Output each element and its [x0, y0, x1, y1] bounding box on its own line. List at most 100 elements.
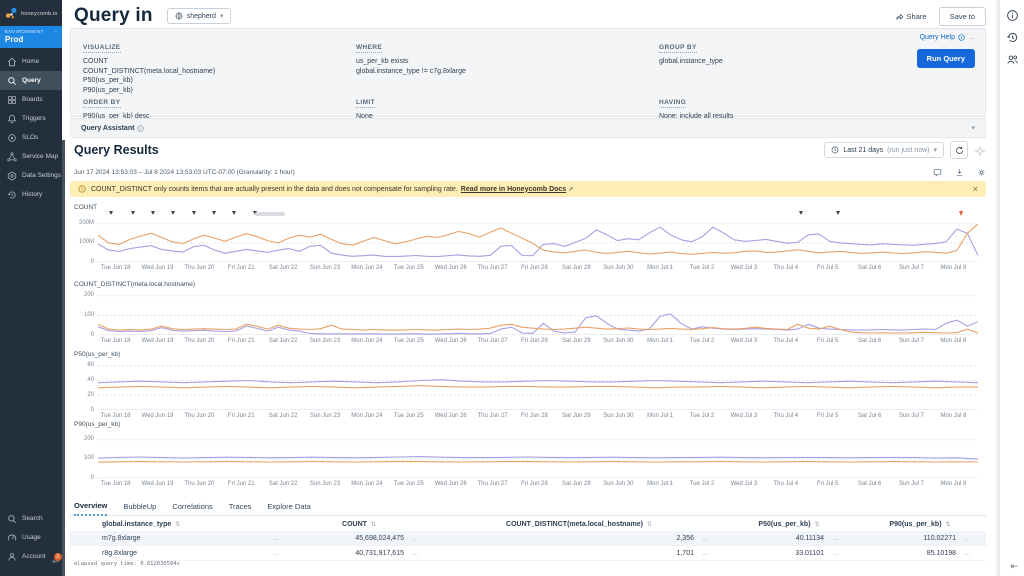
cell-actions-icon[interactable]: … [832, 535, 840, 542]
deploy-marker-icon[interactable] [799, 211, 803, 215]
more-options-icon[interactable]: … [968, 34, 975, 41]
query-assistant-bar[interactable]: Query Assistant ▾ [70, 118, 986, 138]
column-header[interactable]: COUNT⇅ [284, 521, 434, 528]
save-to-button[interactable]: Save to [939, 7, 986, 26]
clause-line[interactable]: COUNT [83, 57, 215, 67]
clause-line[interactable]: global.instance_type != c7g.8xlarge [356, 67, 466, 77]
order-by-label[interactable]: ORDER BY [83, 99, 121, 108]
dataset-selector[interactable]: shepherd ▾ [167, 8, 232, 24]
deploy-marker-icon[interactable] [171, 211, 175, 215]
refresh-query-button[interactable] [950, 141, 968, 159]
cell-actions-icon[interactable]: … [702, 535, 710, 542]
sidebar-item-search[interactable]: Search [0, 509, 62, 528]
sidebar-item-slos[interactable]: SLOs [0, 128, 62, 147]
x-axis-tick-label: Mon Jul 1 [647, 481, 673, 487]
sidebar-item-boards[interactable]: Boards [0, 90, 62, 109]
honeycomb-logo[interactable]: honeycomb.io [0, 0, 62, 26]
download-icon[interactable] [955, 168, 964, 177]
visualize-label[interactable]: VISUALIZE [83, 44, 121, 53]
clause-line[interactable]: COUNT_DISTINCT(meta.local_hostname) [83, 67, 215, 77]
sidebar-collapse-icon[interactable]: ⇤ [52, 557, 59, 566]
sidebar-item-data-settings[interactable]: Data Settings [0, 166, 62, 185]
deploy-marker-icon[interactable] [232, 211, 236, 215]
panel-collapse-icon[interactable]: ⇤ [1010, 561, 1018, 572]
deploy-marker-icon[interactable] [192, 211, 196, 215]
x-axis-tick-label: Mon Jul 8 [940, 265, 966, 271]
sidebar-item-query[interactable]: Query [0, 71, 62, 90]
column-header[interactable]: P90(us_per_kb)⇅ [854, 521, 986, 528]
deploy-marker-icon[interactable] [836, 211, 840, 215]
row-actions-icon[interactable]: … [272, 535, 280, 542]
gear-icon[interactable] [977, 168, 986, 177]
info-panel-icon[interactable] [1006, 9, 1019, 22]
chart-plot[interactable] [98, 362, 978, 410]
x-axis-tick-label: Thu Jun 27 [478, 481, 508, 487]
cell-actions-icon[interactable]: … [412, 535, 420, 542]
tab-bubbleup[interactable]: BubbleUp [123, 502, 156, 515]
query-help-label: Query Help [920, 34, 955, 41]
clause-line[interactable]: global.instance_type [659, 57, 723, 67]
share-button[interactable]: Share [895, 12, 927, 21]
cell-actions-icon[interactable]: … [832, 550, 840, 557]
cell-actions-icon[interactable]: … [964, 550, 972, 557]
x-axis-tick-label: Fri Jun 28 [521, 265, 548, 271]
chevron-down-icon[interactable]: ▾ [971, 124, 975, 132]
sort-icon: ⇅ [371, 522, 376, 528]
banner-docs-link[interactable]: Read more in Honeycomb Docs [461, 186, 566, 193]
highlighted-marker-icon[interactable] [959, 211, 963, 216]
where-label[interactable]: WHERE [356, 44, 382, 53]
query-help-link[interactable]: Query Help … [920, 34, 975, 41]
sidebar-item-home[interactable]: Home [0, 52, 62, 71]
where-clauses[interactable]: us_per_kb existsglobal.instance_type != … [356, 57, 466, 76]
clause-line[interactable]: P50(us_per_kb) [83, 76, 215, 86]
clause-line[interactable]: us_per_kb exists [356, 57, 466, 67]
deploy-marker-icon[interactable] [109, 211, 113, 215]
visualize-clauses[interactable]: COUNTCOUNT_DISTINCT(meta.local_hostname)… [83, 57, 215, 95]
cell-actions-icon[interactable]: … [702, 550, 710, 557]
deploy-marker-icon[interactable] [151, 211, 155, 215]
table-row[interactable]: m7g.8xlarge… 45,698,024,475… 2,356… 40.1… [70, 531, 986, 546]
chart-plot[interactable] [98, 292, 978, 335]
column-header[interactable]: P50(us_per_kb)⇅ [724, 521, 854, 528]
group-by-clauses[interactable]: global.instance_type [659, 57, 723, 67]
cell-actions-icon[interactable]: … [412, 550, 420, 557]
x-axis-tick-label: Sun Jul 7 [899, 338, 924, 344]
tab-overview[interactable]: Overview [74, 501, 107, 516]
sidebar-item-usage[interactable]: Usage [0, 528, 62, 547]
comment-icon[interactable] [933, 168, 942, 177]
chart-plot[interactable] [98, 436, 978, 478]
x-axis-tick-label: Sun Jun 23 [310, 481, 340, 487]
sidebar-item-triggers[interactable]: Triggers [0, 109, 62, 128]
tab-traces[interactable]: Traces [229, 502, 252, 515]
time-range-dropdown[interactable]: Last 21 days (run just now) ▾ [824, 142, 944, 158]
column-header[interactable]: global.instance_type⇅ [94, 521, 284, 528]
x-axis-tick-label: Wed Jun 26 [435, 265, 467, 271]
limit-label[interactable]: LIMIT [356, 99, 375, 108]
page-header: Query in shepherd ▾ Share Save to [74, 4, 986, 28]
results-scrollbar[interactable] [62, 140, 65, 576]
sidebar-item-history[interactable]: History [0, 185, 62, 204]
having-label[interactable]: HAVING [659, 99, 686, 108]
x-axis-tick-label: Sun Jul 7 [899, 413, 924, 419]
cell-actions-icon[interactable]: … [964, 535, 972, 542]
chart-plot[interactable] [98, 218, 978, 262]
info-icon [137, 125, 144, 132]
deploy-marker-icon[interactable] [212, 211, 216, 215]
column-header[interactable]: COUNT_DISTINCT(meta.local_hostname)⇅ [434, 521, 724, 528]
tab-correlations[interactable]: Correlations [172, 502, 212, 515]
table-row[interactable]: r8g.8xlarge… 40,731,917,615… 1,701… 33.0… [70, 546, 986, 561]
group-by-label[interactable]: GROUP BY [659, 44, 697, 53]
tab-explore-data[interactable]: Explore Data [267, 502, 310, 515]
team-activity-icon[interactable] [1006, 53, 1019, 66]
x-axis-labels: Tue Jun 18Wed Jun 19Thu Jun 20Fri Jun 21… [98, 413, 978, 421]
marker-span-bar[interactable] [255, 212, 285, 216]
y-axis-tick-label: 200 [70, 292, 94, 298]
x-axis-tick-label: Wed Jun 26 [435, 338, 467, 344]
query-history-icon[interactable] [1006, 31, 1019, 44]
environment-switcher[interactable]: ENVIRONMENT › Prod [0, 26, 62, 48]
run-query-button[interactable]: Run Query [917, 49, 975, 68]
banner-close-icon[interactable]: × [973, 184, 978, 194]
row-actions-icon[interactable]: … [272, 550, 280, 557]
deploy-marker-icon[interactable] [131, 211, 135, 215]
sidebar-item-service-map[interactable]: Service Map [0, 147, 62, 166]
